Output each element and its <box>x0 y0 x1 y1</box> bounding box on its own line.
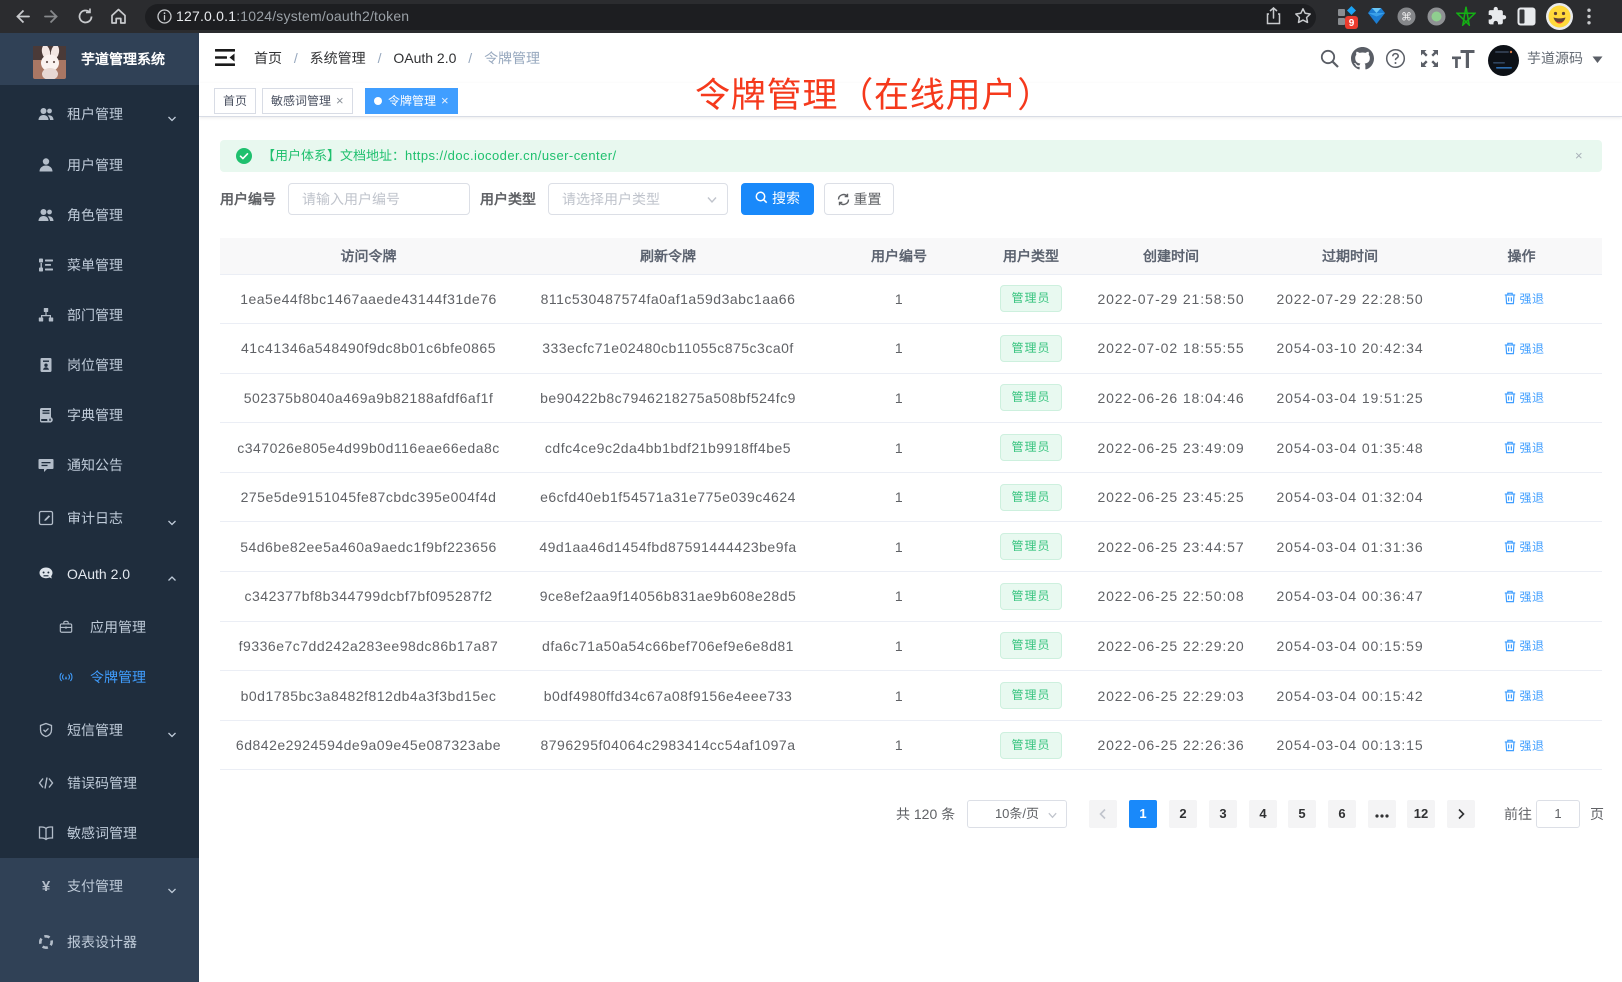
svg-text:¥: ¥ <box>42 878 51 894</box>
svg-text:9: 9 <box>1349 18 1355 29</box>
svg-text:⌘: ⌘ <box>1401 12 1412 24</box>
